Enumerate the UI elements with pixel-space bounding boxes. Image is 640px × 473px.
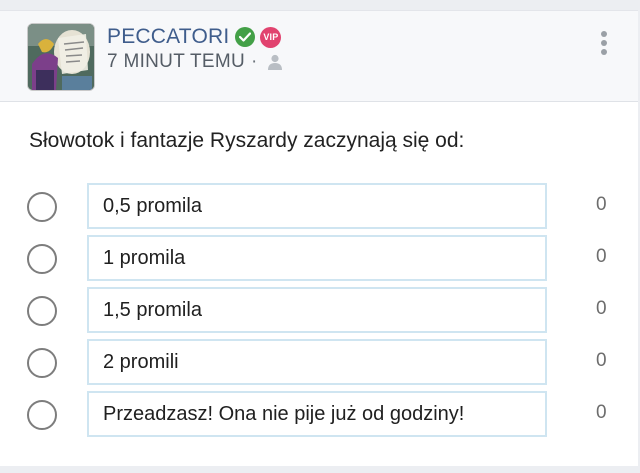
vip-badge: VIP (260, 26, 282, 48)
post-meta: 7 MINUT TEMU · (107, 51, 284, 73)
poll-option[interactable]: 2 promili 0 (0, 339, 638, 387)
radio-button[interactable] (27, 244, 57, 274)
poll-option[interactable]: Przeadzasz! Ona nie pije już od godziny!… (0, 391, 638, 439)
poll-option[interactable]: 0,5 promila 0 (0, 183, 638, 231)
radio-button[interactable] (27, 400, 57, 430)
post-header: PECCATORI VIP 7 MINUT TEMU · (0, 11, 638, 102)
meta-separator: · (251, 51, 258, 72)
poll-option-count: 0 (596, 350, 607, 371)
radio-button[interactable] (27, 348, 57, 378)
avatar[interactable] (27, 23, 95, 91)
poll-question: Słowotok i fantazje Ryszardy zaczynają s… (29, 129, 465, 152)
radio-button[interactable] (27, 296, 57, 326)
poll-option-label[interactable]: Przeadzasz! Ona nie pije już od godziny! (87, 391, 547, 437)
post-card: PECCATORI VIP 7 MINUT TEMU · Słowotok i … (0, 10, 638, 466)
post-time: 7 MINUT TEMU (107, 51, 246, 72)
poll-option[interactable]: 1 promila 0 (0, 235, 638, 283)
author-name[interactable]: PECCATORI (107, 25, 229, 49)
radio-button[interactable] (27, 192, 57, 222)
poll-option-count: 0 (596, 402, 607, 423)
person-icon (267, 54, 282, 70)
author-row: PECCATORI VIP (107, 25, 282, 49)
poll-option-count: 0 (596, 246, 607, 267)
poll-option-count: 0 (596, 194, 607, 215)
poll-option[interactable]: 1,5 promila 0 (0, 287, 638, 335)
poll-option-label[interactable]: 2 promili (87, 339, 547, 385)
poll-option-label[interactable]: 1,5 promila (87, 287, 547, 333)
avatar-image (28, 24, 94, 90)
poll-option-count: 0 (596, 298, 607, 319)
poll-option-label[interactable]: 0,5 promila (87, 183, 547, 229)
more-vertical-icon[interactable] (597, 29, 611, 61)
check-circle-icon (235, 27, 256, 47)
poll-option-label[interactable]: 1 promila (87, 235, 547, 281)
